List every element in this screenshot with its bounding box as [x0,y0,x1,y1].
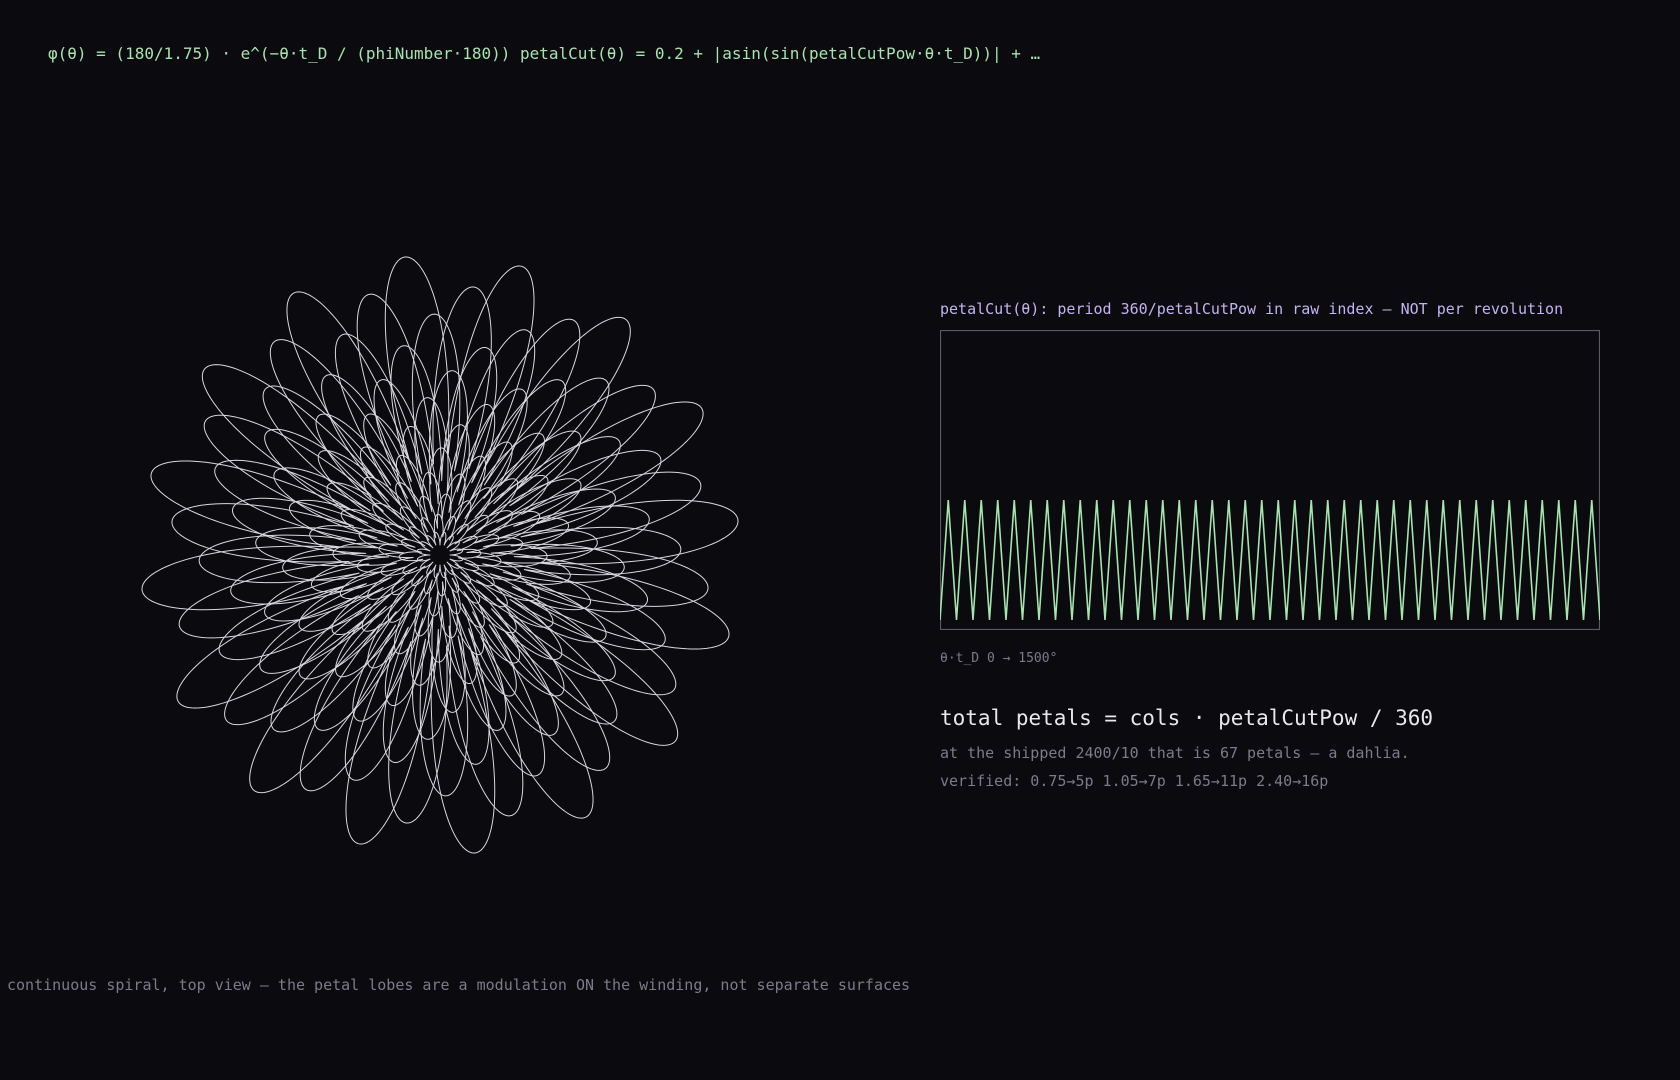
diagram-caption: continuous spiral, top view — the petal … [7,976,911,994]
x-axis-note: θ·t_D 0 → 1500° [940,651,1058,666]
petal-count-formula: total petals = cols · petalCutPow / 360 [940,706,1434,730]
flower-layer-curve [141,256,739,854]
flower-layer-curve [309,424,571,686]
flower-layer-curve [398,513,482,597]
flower-layer-curve [332,447,548,663]
petalcut-panel-title: petalCut(θ): period 360/petalCutPow in r… [940,300,1564,318]
petalcut-series-line [940,499,1600,621]
flower-layer-curve [255,370,625,740]
verified-values-note: verified: 0.75→5p 1.05→7p 1.65→11p 2.40→… [940,772,1329,790]
chart-frame [940,330,1600,630]
shipped-petal-note: at the shipped 2400/10 that is 67 petals… [940,744,1410,762]
formula-header: φ(θ) = (180/1.75) · e^(−θ·t_D / (phiNumb… [48,44,1041,63]
flower-layer-curve [416,531,464,579]
flower-layer-curve [171,286,709,824]
flower-layer-curve [230,345,650,765]
flower-layer-curve [198,313,682,797]
spiral-flower-diagram [141,256,739,854]
petalcut-chart [940,330,1600,630]
